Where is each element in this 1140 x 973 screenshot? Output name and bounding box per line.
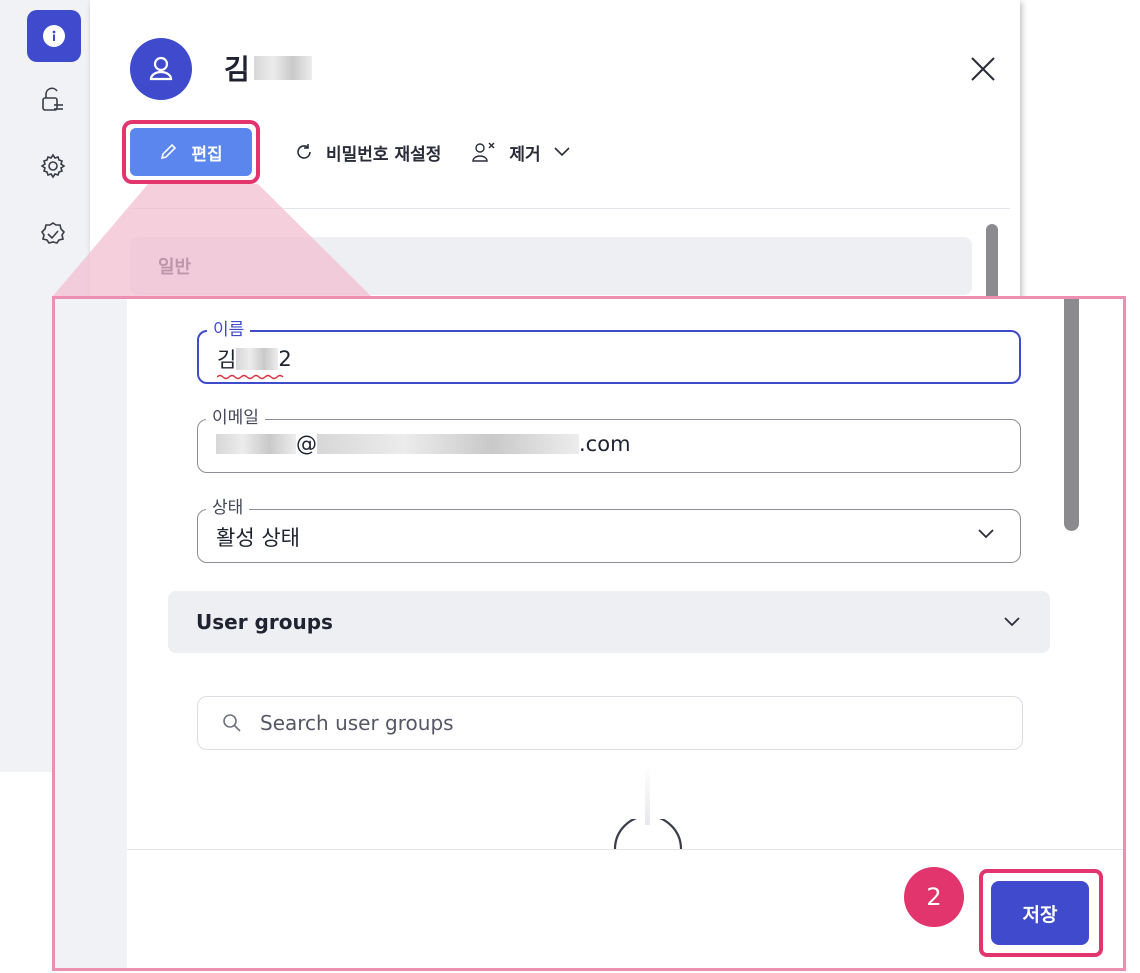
user-groups-label: User groups [196, 610, 333, 634]
panel-scrollbar[interactable] [986, 224, 998, 304]
reset-password-label: 비밀번호 재설정 [326, 144, 442, 165]
refresh-icon [297, 144, 311, 159]
general-section-label: 일반 [158, 257, 192, 278]
chevron-down-icon [554, 147, 570, 157]
save-button[interactable]: 저장 [991, 881, 1089, 945]
loading-spinner [613, 819, 683, 850]
info-nav-button[interactable] [27, 10, 81, 62]
close-button[interactable] [966, 52, 1000, 86]
status-value: 활성 상태 [216, 526, 300, 550]
spellcheck-underline [217, 374, 284, 380]
zoom-rail [55, 299, 127, 968]
info-icon [43, 25, 65, 47]
email-field-label: 이메일 [206, 407, 265, 429]
status-field-label: 상태 [206, 497, 250, 519]
redacted-text [317, 434, 579, 454]
close-icon [971, 57, 995, 81]
name-field-label: 이름 [207, 319, 251, 341]
general-section-header[interactable]: 일반 [130, 237, 972, 295]
chevron-down-icon [978, 529, 994, 539]
reset-password-button[interactable]: 비밀번호 재설정 [294, 140, 441, 165]
edit-button[interactable]: 편집 [130, 128, 252, 176]
search-user-groups-input[interactable]: Search user groups [197, 696, 1023, 750]
save-button-label: 저장 [1022, 903, 1058, 926]
email-field[interactable]: 이메일 @ .com [197, 407, 1021, 473]
verified-badge-icon [40, 222, 66, 244]
chevron-down-icon [1004, 617, 1020, 627]
remove-dropdown-button[interactable]: 제거 [471, 140, 570, 165]
name-value: 김 2 [217, 344, 292, 380]
zoomed-edit-form: 이름 김 2 이메일 @ .com 상태 활성 상태 User groups S… [52, 296, 1126, 971]
unlock-list-icon [42, 87, 63, 111]
redacted-name [253, 56, 312, 80]
loading-line [645, 765, 650, 825]
step-badge: 2 [904, 867, 964, 927]
verified-nav-button[interactable] [27, 208, 79, 260]
search-placeholder: Search user groups [260, 711, 454, 735]
user-name-title: 김 [224, 48, 312, 88]
edit-button-label: 편집 [191, 144, 223, 165]
footer-divider [127, 849, 1123, 850]
settings-nav-button[interactable] [27, 140, 79, 192]
pencil-icon [161, 143, 177, 160]
remove-user-icon [472, 142, 495, 162]
avatar [130, 38, 192, 100]
user-groups-section-header[interactable]: User groups [168, 591, 1050, 653]
action-toolbar: 편집 비밀번호 재설정 제거 [122, 120, 571, 184]
user-icon [149, 56, 173, 81]
toolbar-divider [130, 208, 1010, 209]
security-nav-button[interactable] [27, 74, 79, 126]
redacted-text [236, 348, 279, 370]
remove-label: 제거 [509, 144, 541, 165]
email-value: @ .com [216, 432, 631, 456]
status-select[interactable]: 상태 활성 상태 [197, 497, 1021, 563]
search-icon [223, 714, 241, 732]
redacted-text [216, 434, 296, 454]
gear-icon [40, 153, 66, 179]
form-scrollbar[interactable] [1064, 299, 1079, 531]
name-field[interactable]: 이름 김 2 [197, 319, 1021, 384]
